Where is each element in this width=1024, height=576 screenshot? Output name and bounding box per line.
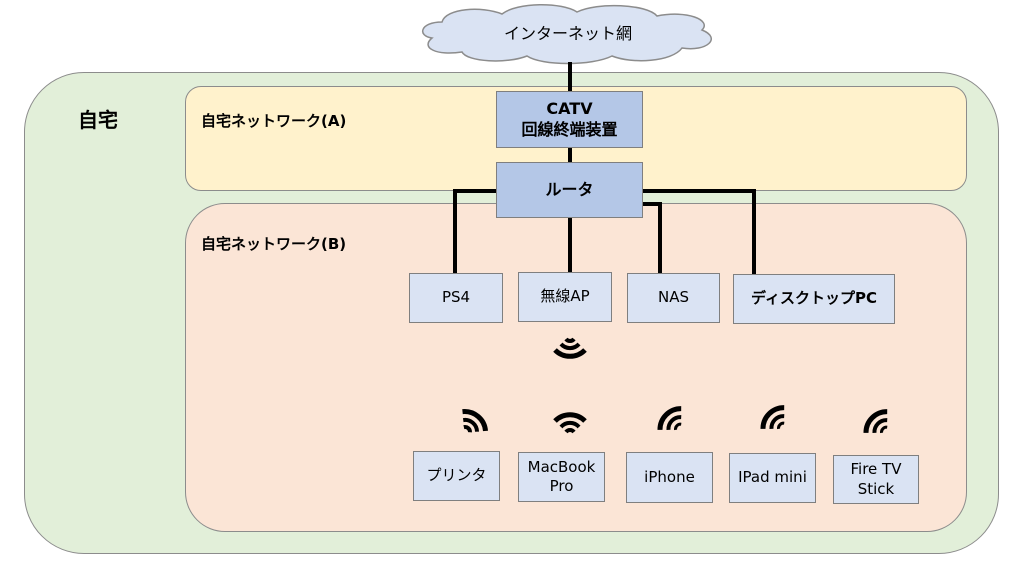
link-cloud-catv	[568, 62, 572, 92]
catv-line2: 回線終端装置	[521, 119, 618, 139]
link-router-ap	[568, 217, 572, 273]
device-desktop-pc: ディスクトップPC	[733, 274, 895, 324]
wifi-icon-ap	[553, 337, 587, 359]
link-router-pc-h	[642, 189, 756, 193]
router-label: ルータ	[545, 179, 594, 199]
device-wireless-ap: 無線AP	[518, 272, 612, 322]
device-label: iPhone	[644, 467, 695, 486]
device-label-line2: Pro	[549, 477, 574, 495]
link-router-ps4-v	[453, 189, 457, 274]
device-label: 無線AP	[540, 287, 590, 306]
catv-line1: CATV	[546, 98, 593, 118]
device-nas: NAS	[627, 273, 720, 323]
link-catv-router	[568, 148, 572, 163]
wifi-icon-firetv	[863, 409, 888, 434]
device-label: プリンタ	[426, 466, 487, 485]
device-iphone: iPhone	[626, 452, 713, 503]
zone-b-label: 自宅ネットワーク(B)	[201, 235, 347, 253]
device-label: ディスクトップPC	[751, 289, 877, 308]
device-label: NAS	[657, 288, 689, 307]
device-label: IPad mini	[738, 468, 807, 487]
zone-a-label: 自宅ネットワーク(A)	[201, 112, 347, 130]
wifi-icon-printer	[462, 409, 488, 433]
wifi-icon-macbook	[553, 412, 587, 434]
device-label-line2: Stick	[857, 479, 895, 498]
cloud-label: インターネット網	[503, 24, 632, 43]
device-printer: プリンタ	[413, 451, 500, 501]
wifi-icon-iphone	[657, 406, 682, 431]
link-router-pc-v	[752, 189, 756, 275]
device-ps4: PS4	[409, 273, 503, 323]
device-label-line1: MacBook	[527, 457, 596, 476]
device-fire-tv-stick: Fire TV Stick	[833, 455, 919, 504]
catv-terminal: CATV 回線終端装置	[496, 91, 643, 148]
device-ipad-mini: IPad mini	[729, 453, 816, 503]
wifi-icon-ipad	[760, 405, 785, 430]
device-macbook-pro: MacBook Pro	[518, 452, 605, 502]
home-label: 自宅	[78, 108, 118, 132]
link-router-ps4-h	[453, 189, 497, 193]
router: ルータ	[496, 162, 643, 218]
device-label: PS4	[441, 288, 471, 307]
device-label-line1: Fire TV	[850, 460, 902, 478]
link-router-nas-v	[658, 202, 662, 274]
